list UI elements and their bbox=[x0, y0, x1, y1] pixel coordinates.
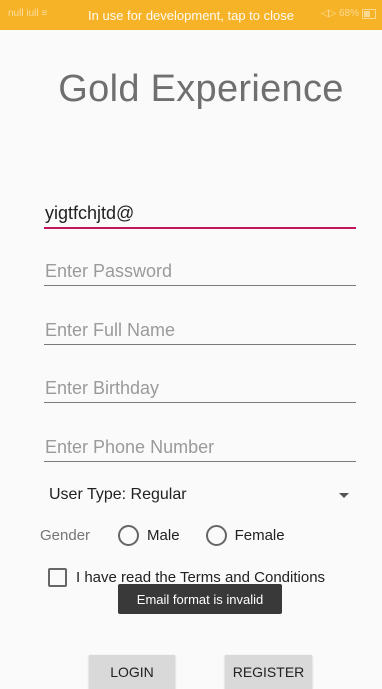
app-title: Gold Experience bbox=[58, 68, 344, 110]
birthday-field[interactable] bbox=[44, 374, 356, 404]
fullname-input[interactable] bbox=[44, 316, 356, 345]
battery-text: ◁▷ 68% bbox=[320, 8, 359, 19]
status-right: ◁▷ 68% bbox=[321, 8, 376, 19]
battery-icon bbox=[362, 8, 376, 19]
birthday-input[interactable] bbox=[44, 374, 356, 403]
radio-circle-icon bbox=[118, 524, 140, 546]
gender-label: Gender bbox=[40, 526, 91, 544]
email-field[interactable] bbox=[44, 199, 356, 229]
user-type-value: User Type: Regular bbox=[49, 486, 187, 503]
password-input[interactable] bbox=[44, 257, 356, 286]
fullname-field[interactable] bbox=[44, 316, 356, 346]
email-input[interactable] bbox=[44, 199, 356, 229]
gender-female-radio[interactable]: Female bbox=[205, 524, 285, 546]
user-type-dropdown[interactable]: User Type: Regular bbox=[44, 482, 355, 508]
gender-male-radio[interactable]: Male bbox=[118, 524, 180, 546]
toast-message: Email format is invalid bbox=[118, 584, 282, 614]
gender-selector: Gender Male Female bbox=[40, 522, 311, 548]
gender-male-label: Male bbox=[147, 526, 180, 544]
checkbox-icon[interactable] bbox=[48, 568, 67, 587]
phone-field[interactable] bbox=[44, 433, 356, 463]
phone-input[interactable] bbox=[44, 433, 356, 462]
gender-female-label: Female bbox=[234, 526, 285, 544]
dropdown-arrow-icon bbox=[339, 492, 349, 498]
status-bar[interactable]: null iull ≡ In use for development, tap … bbox=[0, 0, 382, 30]
password-field[interactable] bbox=[44, 257, 356, 287]
radio-circle-icon bbox=[205, 524, 227, 546]
